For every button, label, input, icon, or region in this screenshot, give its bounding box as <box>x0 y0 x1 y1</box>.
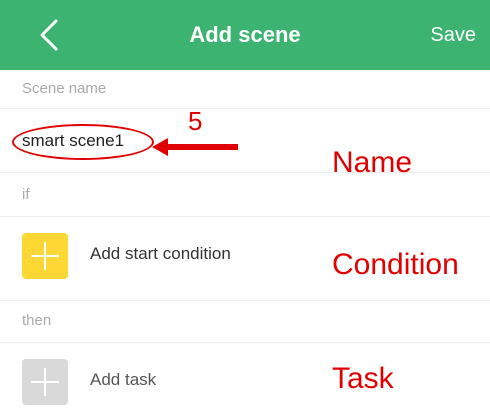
chevron-left-icon <box>40 19 58 51</box>
plus-icon <box>31 242 59 270</box>
annotation-step-number: 5 <box>188 106 203 136</box>
add-task-label: Add task <box>90 370 157 389</box>
add-task-button[interactable] <box>22 359 68 405</box>
if-section-label: if <box>22 186 30 203</box>
annotation-oval <box>12 124 154 160</box>
annotation-task-caption: Task <box>332 362 394 395</box>
annotation-arrow-icon <box>152 138 238 156</box>
divider <box>0 300 490 301</box>
then-section-label: then <box>22 312 52 329</box>
save-button[interactable]: Save <box>430 0 476 70</box>
add-start-condition-label: Add start condition <box>90 244 231 263</box>
divider <box>0 172 490 173</box>
annotation-condition-caption: Condition <box>332 248 459 281</box>
back-button[interactable] <box>26 12 72 58</box>
page-title: Add scene <box>189 22 301 47</box>
divider <box>0 108 490 109</box>
scene-name-section-label: Scene name <box>22 80 107 97</box>
app-header: Add scene Save <box>0 0 490 70</box>
annotation-name-caption: Name <box>332 146 413 179</box>
add-scene-screen: Add scene Save Scene name smart scene1 5… <box>0 0 490 420</box>
plus-icon <box>31 368 59 396</box>
add-condition-button[interactable] <box>22 233 68 279</box>
add-task-row[interactable]: Add task <box>0 342 490 420</box>
